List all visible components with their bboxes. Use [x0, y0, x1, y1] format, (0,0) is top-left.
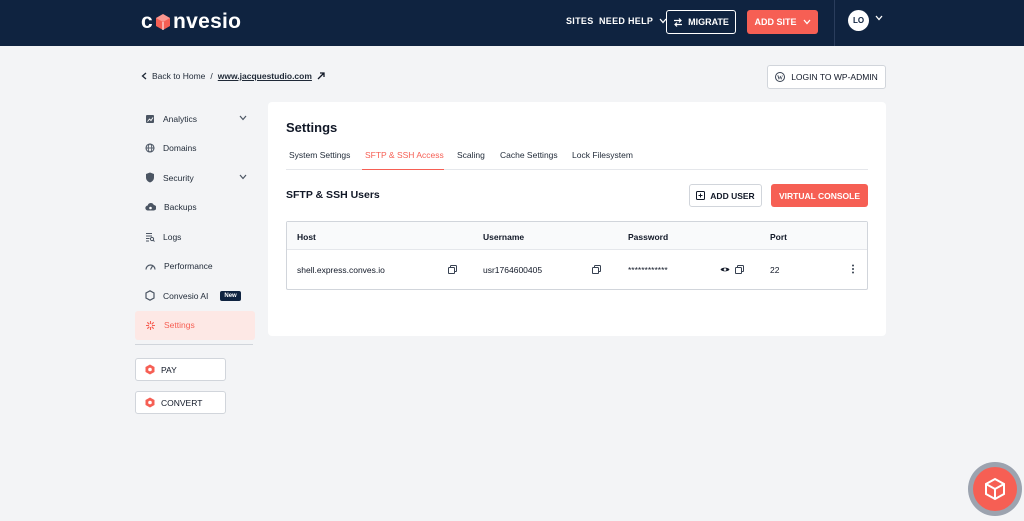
login-wp-admin-button[interactable]: W LOGIN TO WP-ADMIN: [767, 65, 886, 89]
copy-icon[interactable]: [592, 265, 601, 274]
tab-sftp-ssh-access[interactable]: SFTP & SSH Access: [362, 150, 444, 170]
column-header-host: Host: [297, 232, 316, 242]
settings-panel: Settings System Settings SFTP & SSH Acce…: [268, 102, 886, 336]
support-widget-button[interactable]: [968, 462, 1022, 516]
site-link[interactable]: www.jacquestudio.com: [218, 71, 312, 81]
user-avatar[interactable]: LO: [848, 10, 869, 31]
support-widget-inner: [973, 467, 1017, 511]
pay-logo-icon: [145, 364, 155, 375]
port-cell: 22: [770, 265, 780, 275]
globe-icon: [145, 143, 155, 153]
tab-system-settings[interactable]: System Settings: [286, 150, 350, 170]
pay-button[interactable]: PAY: [135, 358, 226, 381]
migrate-button[interactable]: MIGRATE: [666, 10, 736, 34]
sidebar: Analytics Domains Security Backups Logs …: [135, 104, 255, 340]
logs-icon: [146, 232, 155, 242]
wordpress-icon: W: [775, 72, 786, 82]
shield-icon: [146, 172, 154, 183]
add-user-button[interactable]: ADD USER: [689, 184, 762, 207]
cube-icon: [985, 477, 1005, 501]
svg-text:W: W: [777, 75, 783, 81]
sidebar-item-performance[interactable]: Performance: [135, 252, 255, 282]
page-title: Settings: [286, 120, 338, 135]
convert-button[interactable]: CONVERT: [135, 391, 226, 414]
copy-icon[interactable]: [735, 265, 744, 274]
sidebar-divider: [135, 344, 253, 345]
analytics-icon: [146, 114, 154, 123]
tab-scaling[interactable]: Scaling: [454, 150, 485, 170]
gauge-icon: [145, 264, 156, 270]
chevron-down-icon: [239, 174, 247, 180]
username-cell: usr1764600405: [483, 265, 543, 275]
tab-lock-filesystem[interactable]: Lock Filesystem: [569, 150, 633, 170]
more-vertical-icon[interactable]: [851, 264, 855, 274]
hexagon-icon: [145, 290, 155, 302]
breadcrumb: Back to Home / www.jacquestudio.com: [141, 71, 325, 81]
sidebar-item-domains[interactable]: Domains: [135, 134, 255, 164]
settings-tabs: System Settings SFTP & SSH Access Scalin…: [286, 150, 868, 170]
virtual-console-button[interactable]: VIRTUAL CONSOLE: [771, 184, 868, 207]
copy-icon[interactable]: [448, 265, 457, 274]
password-cell: ************: [628, 265, 668, 275]
sidebar-item-security[interactable]: Security: [135, 163, 255, 193]
section-title: SFTP & SSH Users: [286, 189, 380, 201]
sidebar-item-convesio-ai[interactable]: Convesio AI New: [135, 281, 255, 311]
nav-divider: [834, 0, 835, 46]
sidebar-item-analytics[interactable]: Analytics: [135, 104, 255, 134]
eye-icon[interactable]: [720, 266, 730, 273]
host-cell: shell.express.conves.io: [297, 265, 385, 275]
new-badge: New: [220, 290, 241, 301]
logo-cube-icon: [154, 13, 172, 31]
sidebar-item-logs[interactable]: Logs: [135, 222, 255, 252]
settings-icon: [146, 320, 155, 330]
external-link-icon[interactable]: [317, 72, 325, 80]
convesio-logo[interactable]: c nvesio: [141, 9, 241, 35]
back-to-home-link[interactable]: Back to Home: [152, 71, 205, 81]
breadcrumb-separator: /: [210, 71, 213, 81]
convert-logo-icon: [145, 397, 155, 408]
add-site-button[interactable]: ADD SITE: [747, 10, 818, 34]
chevron-down-icon: [239, 115, 247, 121]
column-header-port: Port: [770, 232, 787, 242]
top-nav-bar: c nvesio SITES NEED HELP MIGRATE ADD SIT…: [0, 0, 1024, 46]
table-header: Host Username Password Port: [287, 222, 867, 250]
backup-icon: [145, 203, 156, 211]
chevron-down-icon: [803, 19, 810, 25]
chevron-left-icon: [141, 72, 147, 80]
nav-need-help-menu[interactable]: NEED HELP: [599, 16, 667, 26]
column-header-username: Username: [483, 232, 525, 242]
sidebar-item-backups[interactable]: Backups: [135, 193, 255, 223]
chevron-down-icon[interactable]: [875, 15, 883, 21]
plus-square-icon: [696, 191, 706, 200]
sftp-users-table: Host Username Password Port shell.expres…: [286, 221, 868, 290]
tab-cache-settings[interactable]: Cache Settings: [497, 150, 558, 170]
column-header-password: Password: [628, 232, 669, 242]
nav-sites-link[interactable]: SITES: [566, 16, 594, 26]
sidebar-item-settings[interactable]: Settings: [135, 310, 255, 340]
swap-arrows-icon: [674, 17, 683, 27]
